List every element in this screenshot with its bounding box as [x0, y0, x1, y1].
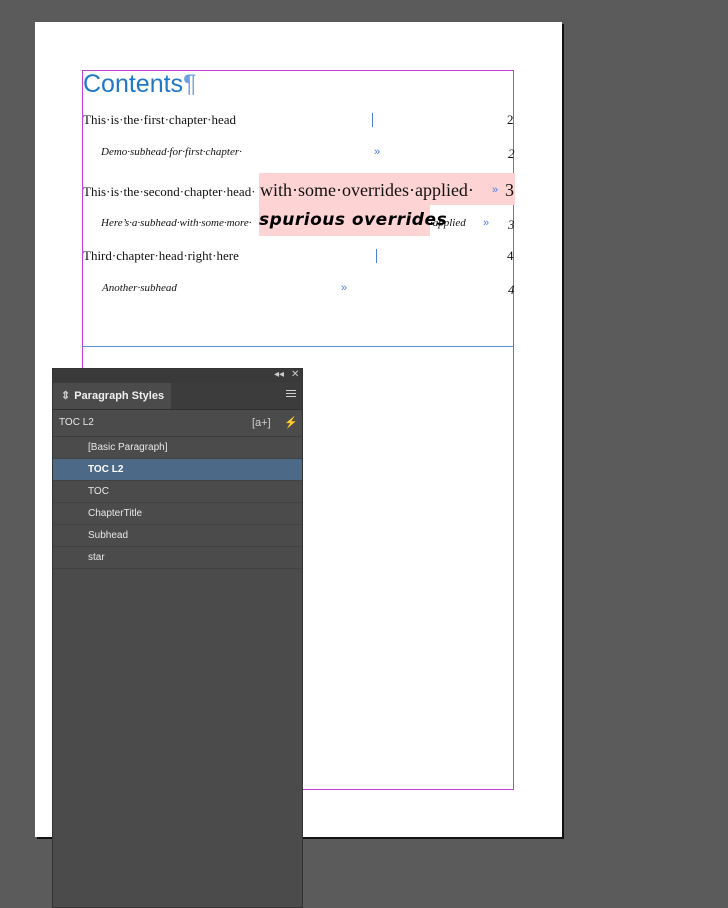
- collapse-icon[interactable]: ◂◂: [274, 369, 284, 380]
- style-item-basic-paragraph[interactable]: [Basic Paragraph]: [53, 437, 302, 459]
- new-style-icon[interactable]: [a+]: [252, 410, 271, 436]
- panel-tab-row: ⇕ Paragraph Styles: [53, 383, 302, 410]
- panel-menu-icon[interactable]: [286, 390, 296, 399]
- toc-title: Contents¶: [83, 70, 197, 98]
- toc-entry-chapter-3: Third·chapter·head·right·here: [83, 248, 239, 263]
- tab-marker: [372, 113, 373, 127]
- tab-marker: [376, 249, 377, 263]
- toc-entry-subhead-1: Demo·subhead·for·first·chapter·: [101, 146, 242, 158]
- style-item-chaptertitle[interactable]: ChapterTitle: [53, 503, 302, 525]
- current-style-label: TOC L2: [59, 417, 94, 428]
- toc-entry-chapter-1: This·is·the·first·chapter·head: [83, 112, 237, 127]
- style-list: [Basic Paragraph] TOC L2 TOC ChapterTitl…: [53, 437, 302, 569]
- subhead-tail: ·applied: [430, 217, 466, 229]
- pilcrow-mark: ¶: [183, 70, 197, 98]
- page-number: 3: [508, 217, 515, 232]
- page-number: 3: [505, 180, 514, 200]
- panel-title-bar[interactable]: ◂◂ ✕: [53, 369, 302, 383]
- frame-divider: [82, 346, 514, 347]
- tab-marker: »: [341, 282, 348, 294]
- page-number: 2: [508, 146, 515, 161]
- quick-apply-icon[interactable]: ⚡: [284, 410, 298, 436]
- style-item-toc-l2[interactable]: TOC L2: [53, 459, 302, 481]
- style-item-star[interactable]: star: [53, 547, 302, 569]
- override-text: with·some·overrides·applied·: [260, 180, 474, 200]
- paragraph-styles-panel: ◂◂ ✕ ⇕ Paragraph Styles TOC L2 [a+] ⚡ [Ba…: [52, 368, 303, 908]
- override-text: spurious overrides: [259, 210, 448, 230]
- page-number: 4: [507, 248, 514, 263]
- toc-entry-subhead-2: Here’s·a·subhead·with·some·more·: [101, 217, 252, 229]
- updown-icon: ⇕: [61, 390, 71, 402]
- tab-marker: »: [483, 217, 490, 229]
- page-number: 2: [507, 112, 514, 127]
- toc-entry-subhead-3: Another·subhead: [102, 282, 177, 294]
- tab-marker: »: [492, 184, 499, 196]
- tab-paragraph-styles[interactable]: ⇕ Paragraph Styles: [53, 383, 171, 409]
- page-number: 4: [508, 282, 515, 297]
- tab-marker: »: [374, 146, 381, 158]
- style-item-subhead[interactable]: Subhead: [53, 525, 302, 547]
- style-item-toc[interactable]: TOC: [53, 481, 302, 503]
- close-icon[interactable]: ✕: [291, 369, 299, 380]
- toc-entry-chapter-2: This·is·the·second·chapter·head·: [83, 184, 256, 199]
- current-style-row: TOC L2 [a+] ⚡: [53, 410, 302, 437]
